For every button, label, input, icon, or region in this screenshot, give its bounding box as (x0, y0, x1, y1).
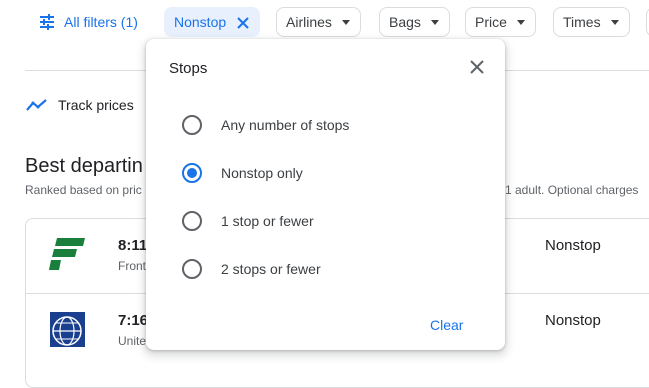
all-filters-button[interactable]: All filters (1) (38, 7, 138, 37)
flight-time: 8:11 (118, 237, 148, 254)
chevron-down-icon (610, 19, 619, 25)
option-label: 2 stops or fewer (221, 261, 321, 277)
stops-option-nonstop[interactable]: Nonstop only (182, 161, 303, 185)
chevron-down-icon (430, 19, 439, 25)
chip-label: Nonstop (174, 14, 227, 30)
chip-times[interactable]: Times (553, 7, 630, 37)
flight-time: 7:16 (118, 312, 149, 329)
track-prices-label: Track prices (58, 97, 134, 113)
ranked-note: Ranked based on pric (25, 183, 142, 197)
chip-label: Times (563, 14, 601, 30)
radio-button[interactable] (182, 211, 202, 231)
flight-airline: Front (118, 259, 147, 273)
chevron-down-icon (516, 19, 525, 25)
close-icon[interactable] (466, 56, 488, 78)
chip-airlines[interactable]: Airlines (276, 7, 361, 37)
chip-label: Price (475, 14, 507, 30)
chip-nonstop[interactable]: Nonstop (164, 7, 261, 37)
passenger-note: 1 adult. Optional charges (505, 183, 639, 197)
stops-option-one[interactable]: 1 stop or fewer (182, 209, 314, 233)
option-label: 1 stop or fewer (221, 213, 314, 229)
section-heading: Best departin (25, 155, 143, 177)
stops-option-two[interactable]: 2 stops or fewer (182, 257, 321, 281)
stops-option-any[interactable]: Any number of stops (182, 113, 349, 137)
track-prices-toggle[interactable]: Track prices (26, 97, 134, 113)
chip-bags[interactable]: Bags (379, 7, 450, 37)
flight-stops: Nonstop (545, 312, 601, 329)
popup-title: Stops (169, 60, 208, 77)
united-logo (50, 312, 85, 347)
tune-icon (38, 13, 56, 31)
flight-stops: Nonstop (545, 237, 601, 254)
close-icon[interactable] (237, 16, 249, 29)
radio-button[interactable] (182, 115, 202, 135)
option-label: Any number of stops (221, 117, 350, 133)
radio-button-checked[interactable] (182, 163, 202, 183)
radio-button[interactable] (182, 259, 202, 279)
frontier-logo (49, 238, 85, 270)
option-label: Nonstop only (221, 165, 303, 181)
stops-popup: Stops Any number of stops Nonstop only 1… (146, 39, 505, 350)
chip-label: Airlines (286, 14, 332, 30)
flight-airline: Unite (118, 334, 147, 348)
clear-button[interactable]: Clear (430, 317, 463, 333)
chevron-down-icon (341, 19, 350, 25)
all-filters-label: All filters (1) (64, 14, 138, 30)
trending-icon (26, 98, 48, 112)
chip-price[interactable]: Price (465, 7, 536, 37)
chip-label: Bags (389, 14, 421, 30)
